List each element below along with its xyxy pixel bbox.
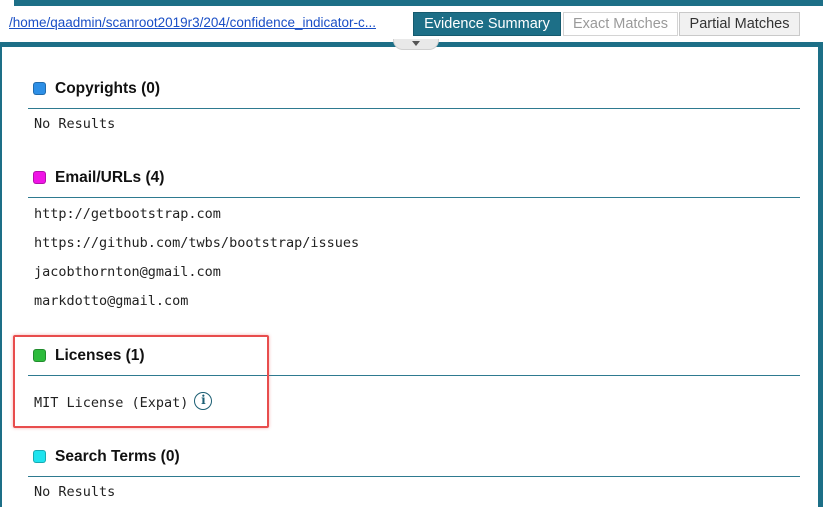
collapse-toggle[interactable] [393,39,439,50]
highlight-box [13,335,269,428]
tab-evidence-summary[interactable]: Evidence Summary [413,12,561,36]
tab-partial-matches[interactable]: Partial Matches [679,12,800,36]
list-item: jacobthornton@gmail.com [34,264,221,280]
list-item: http://getbootstrap.com [34,206,221,222]
list-item: No Results [34,116,116,132]
file-path-link[interactable]: /home/qaadmin/scanroot2019r3/204/confide… [9,15,389,30]
list-item: No Results [34,484,116,500]
section-title: Email/URLs (4) [55,169,165,186]
email-urls-color-swatch [33,171,46,184]
search-terms-color-swatch [33,450,46,463]
list-item: https://github.com/twbs/bootstrap/issues [34,235,360,251]
section-search-terms: Search Terms (0) [28,440,800,477]
copyrights-color-swatch [33,82,46,95]
section-title: Copyrights (0) [55,80,161,97]
scrollbar-track[interactable] [818,47,823,507]
left-border [0,47,2,507]
tab-exact-matches[interactable]: Exact Matches [563,12,678,36]
section-title: Search Terms (0) [55,448,180,465]
report-toolbar: /home/qaadmin/scanroot2019r3/204/confide… [0,6,823,42]
section-email-urls: Email/URLs (4) [28,161,800,198]
list-item: markdotto@gmail.com [34,293,189,309]
section-copyrights: Copyrights (0) [28,72,800,109]
chevron-down-icon [412,41,420,46]
